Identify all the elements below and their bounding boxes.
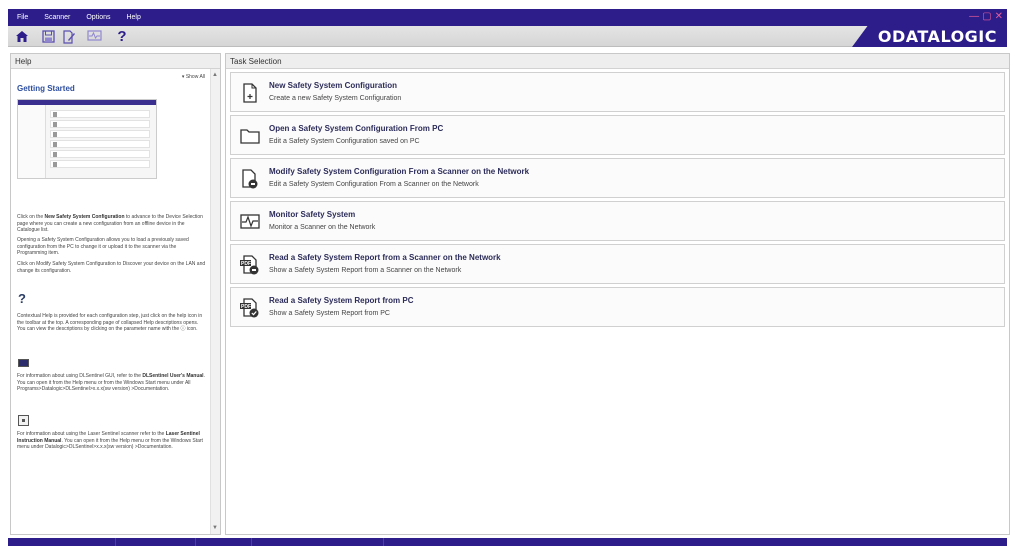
task-title: Read a Safety System Report from PC [269,296,414,305]
task-description: Create a new Safety System Configuration [269,95,402,102]
new-document-icon [243,83,257,103]
help-paragraph-open-config: Opening a Safety System Configuration al… [17,237,189,257]
monitor-icon[interactable] [86,29,102,44]
task-title: Read a Safety System Report from a Scann… [269,253,501,262]
help-text-bold: New Safety System Configuration [44,214,125,220]
task-description: Edit a Safety System Configuration From … [269,181,479,188]
help-text: Click on the [17,214,45,220]
scanner-document-icon [242,169,258,189]
task-monitor-system[interactable]: Monitor Safety System Monitor a Scanner … [230,201,1005,241]
help-paragraph-modify-config: Click on Modify Safety System Configurat… [17,261,206,274]
thumbnail-row [50,160,150,168]
thumbnail-sidebar [18,105,46,178]
status-segment [384,538,1007,546]
help-text: For information about using DLSentinel G… [17,373,143,379]
scroll-up-icon[interactable]: ▲ [212,72,218,78]
thumbnail-row [50,130,150,138]
datalogic-logo: ODATALOGIC [852,26,1007,47]
task-title: Open a Safety System Configuration From … [269,124,444,133]
task-read-report-network[interactable]: PDF Read a Safety System Report from a S… [230,244,1005,284]
help-paragraph-instruction-manual: For information about using the Laser Se… [17,431,207,451]
task-list: New Safety System Configuration Create a… [230,72,1005,330]
toolbar: ? ODATALOGIC [8,26,1007,47]
status-segment [8,538,116,546]
pdf-scanner-icon: PDF [240,255,259,275]
maximize-icon[interactable]: ▢ [982,11,991,23]
edit-document-icon[interactable] [61,29,77,44]
menu-options[interactable]: Options [86,14,110,21]
help-icon[interactable]: ? [114,28,130,45]
folder-icon [240,129,260,144]
menu-help[interactable]: Help [126,14,140,21]
task-description: Show a Safety System Report from a Scann… [269,267,462,274]
task-description: Monitor a Scanner on the Network [269,224,376,231]
svg-text:PDF: PDF [241,261,251,267]
help-text: For information about using the Laser Se… [17,431,166,437]
help-paragraph-contextual: Contextual Help is provided for each con… [17,313,203,333]
thumbnail-row [50,110,150,118]
minimize-icon[interactable]: — [969,11,979,23]
getting-started-thumbnail [17,99,157,179]
manual-book-icon [18,359,29,367]
task-selection-panel: Task Selection New Safety System Configu… [225,53,1010,535]
svg-text:PDF: PDF [241,304,251,310]
status-segment [252,538,384,546]
menu-bar: File Scanner Options Help — ▢ ✕ [8,9,1007,26]
contextual-help-icon: ? [18,291,26,306]
help-text-bold: DLSentinel User's Manual [142,373,204,379]
scroll-down-icon[interactable]: ▼ [212,525,218,531]
task-description: Show a Safety System Report from PC [269,310,390,317]
thumbnail-row [50,140,150,148]
show-all-link[interactable]: ▾ Show All [182,74,205,80]
logo-text: ODATALOGIC [877,27,997,46]
help-paragraph-gui-manual: For information about using DLSentinel G… [17,373,207,393]
save-icon[interactable] [40,29,56,44]
scanner-icon [18,415,29,426]
task-description: Edit a Safety System Configuration saved… [269,138,420,145]
monitor-waveform-icon [240,214,260,229]
help-panel: Help ▾ Show All Getting Started Click on… [10,53,221,535]
pdf-pc-icon: PDF [240,298,259,318]
status-segment [116,538,196,546]
window-controls: — ▢ ✕ [969,11,1003,23]
menu-file[interactable]: File [17,14,28,21]
thumbnail-row [50,120,150,128]
task-panel-title: Task Selection [226,54,1009,69]
home-icon[interactable] [14,29,30,44]
help-content: ▾ Show All Getting Started Click on the … [11,69,211,534]
thumbnail-row [50,150,150,158]
help-scrollbar[interactable]: ▲ ▼ [210,69,220,534]
task-title: Monitor Safety System [269,210,356,219]
task-new-config[interactable]: New Safety System Configuration Create a… [230,72,1005,112]
task-modify-config[interactable]: Modify Safety System Configuration From … [230,158,1005,198]
task-read-report-pc[interactable]: PDF Read a Safety System Report from PC … [230,287,1005,327]
task-title: Modify Safety System Configuration From … [269,167,530,176]
task-open-config[interactable]: Open a Safety System Configuration From … [230,115,1005,155]
task-title: New Safety System Configuration [269,81,398,90]
status-bar [8,538,1007,546]
close-icon[interactable]: ✕ [995,11,1003,23]
menu-scanner[interactable]: Scanner [44,14,70,21]
status-segment [196,538,252,546]
help-panel-title: Help [11,54,220,69]
getting-started-heading: Getting Started [17,84,75,93]
help-paragraph-new-config: Click on the New Safety System Configura… [17,214,207,234]
